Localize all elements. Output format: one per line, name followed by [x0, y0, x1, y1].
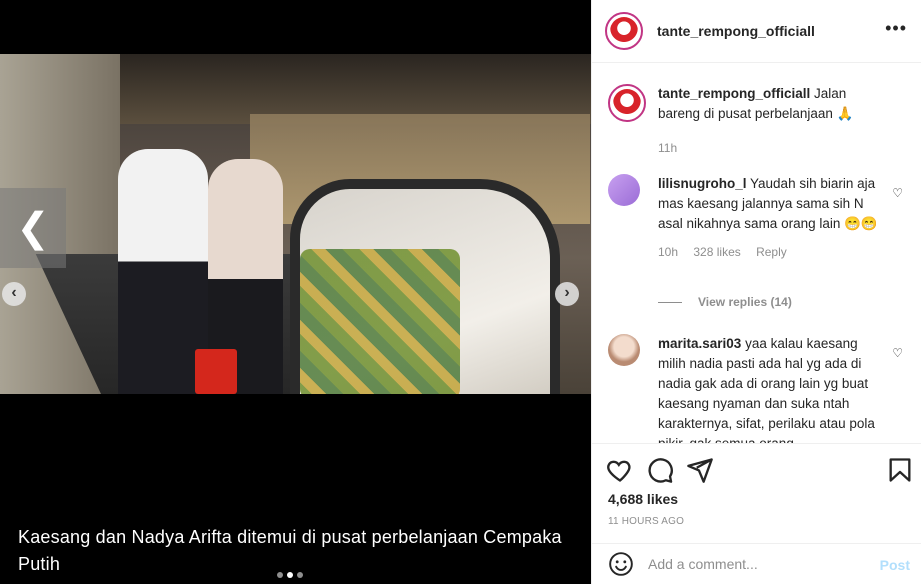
heart-icon[interactable]	[606, 456, 634, 484]
view-replies-label: View replies (14)	[698, 295, 792, 309]
carousel-prev-button[interactable]: ‹	[2, 282, 26, 306]
view-replies-button[interactable]: View replies (14)	[658, 295, 792, 309]
post-actions: 4,688 likes 11 HOURS AGO	[592, 443, 921, 543]
carousel-dot-active	[287, 572, 293, 578]
comment-text: yaa kalau kaesang milih nadia pasti ada …	[658, 336, 875, 443]
comment-like-heart-icon[interactable]: ♡	[892, 186, 903, 200]
add-comment-bar: Post	[592, 543, 921, 584]
emoji-icon[interactable]	[608, 551, 634, 577]
comment-likes[interactable]: 328 likes	[693, 245, 740, 259]
comment-icon[interactable]	[646, 456, 674, 484]
likes-count[interactable]: 4,688 likes	[608, 491, 678, 507]
carousel-dot	[297, 572, 303, 578]
media-viewer: ❮ ‹ › Kaesang dan Nadya Arifta ditemui d…	[0, 0, 591, 584]
carousel-next-button[interactable]: ›	[555, 282, 579, 306]
more-options-icon[interactable]: •••	[885, 18, 907, 39]
carousel-indicator	[277, 572, 303, 578]
commenter-username[interactable]: lilisnugroho_l	[658, 176, 747, 191]
post-photo	[0, 54, 591, 394]
comments-list[interactable]: tante_rempong_officiall Jalan bareng di …	[592, 64, 921, 443]
author-avatar[interactable]	[605, 12, 643, 50]
caption-author-avatar[interactable]	[608, 84, 646, 122]
caption-author-username[interactable]: tante_rempong_officiall	[658, 86, 810, 101]
share-icon[interactable]	[686, 456, 714, 484]
bookmark-icon[interactable]	[886, 456, 914, 484]
comment-time: 10h	[658, 245, 679, 259]
post-comment-button[interactable]: Post	[880, 557, 910, 573]
media-caption: Kaesang dan Nadya Arifta ditemui di pusa…	[18, 527, 562, 574]
post-time[interactable]: 11 HOURS AGO	[608, 516, 684, 527]
post-sidebar: tante_rempong_officiall ••• tante_rempon…	[591, 0, 921, 584]
commenter-username[interactable]: marita.sari03	[658, 336, 741, 351]
prev-post-arrow-icon[interactable]: ❮	[0, 188, 66, 268]
author-username[interactable]: tante_rempong_officiall	[657, 23, 815, 39]
carousel-dot	[277, 572, 283, 578]
caption-time: 11h	[658, 141, 678, 155]
commenter-avatar[interactable]	[608, 174, 640, 206]
commenter-avatar[interactable]	[608, 334, 640, 366]
comment-like-heart-icon[interactable]: ♡	[892, 346, 903, 360]
post-header: tante_rempong_officiall •••	[592, 0, 921, 63]
comment-input[interactable]	[648, 556, 858, 572]
reply-button[interactable]: Reply	[756, 245, 787, 259]
